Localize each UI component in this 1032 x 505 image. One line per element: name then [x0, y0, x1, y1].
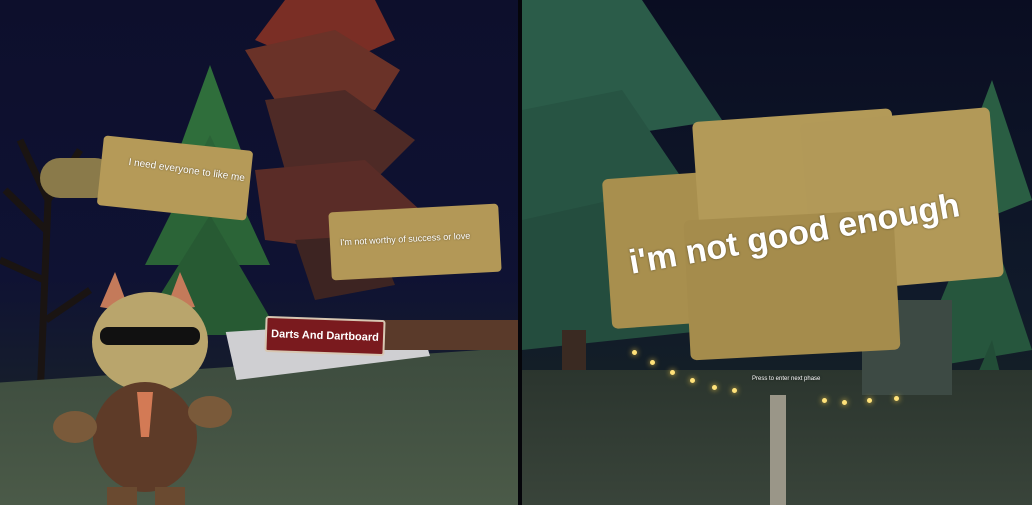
sign-post	[770, 395, 786, 505]
thought-sign-2: I'm not worthy of success or love	[328, 198, 502, 281]
large-thought-sign: i'm not good enough	[601, 105, 1005, 365]
booth-label: Darts And Dartboard	[264, 315, 386, 357]
thought-sign-1: I need everyone to like me	[40, 135, 254, 221]
right-game-view: Press to enter next phase i'm not good e…	[522, 0, 1032, 505]
wooden-rail	[370, 320, 518, 350]
avatar-character	[53, 272, 232, 505]
left-game-view: I need everyone to like me I'm not worth…	[0, 0, 518, 505]
enter-phase-prompt: Press to enter next phase	[752, 376, 821, 382]
